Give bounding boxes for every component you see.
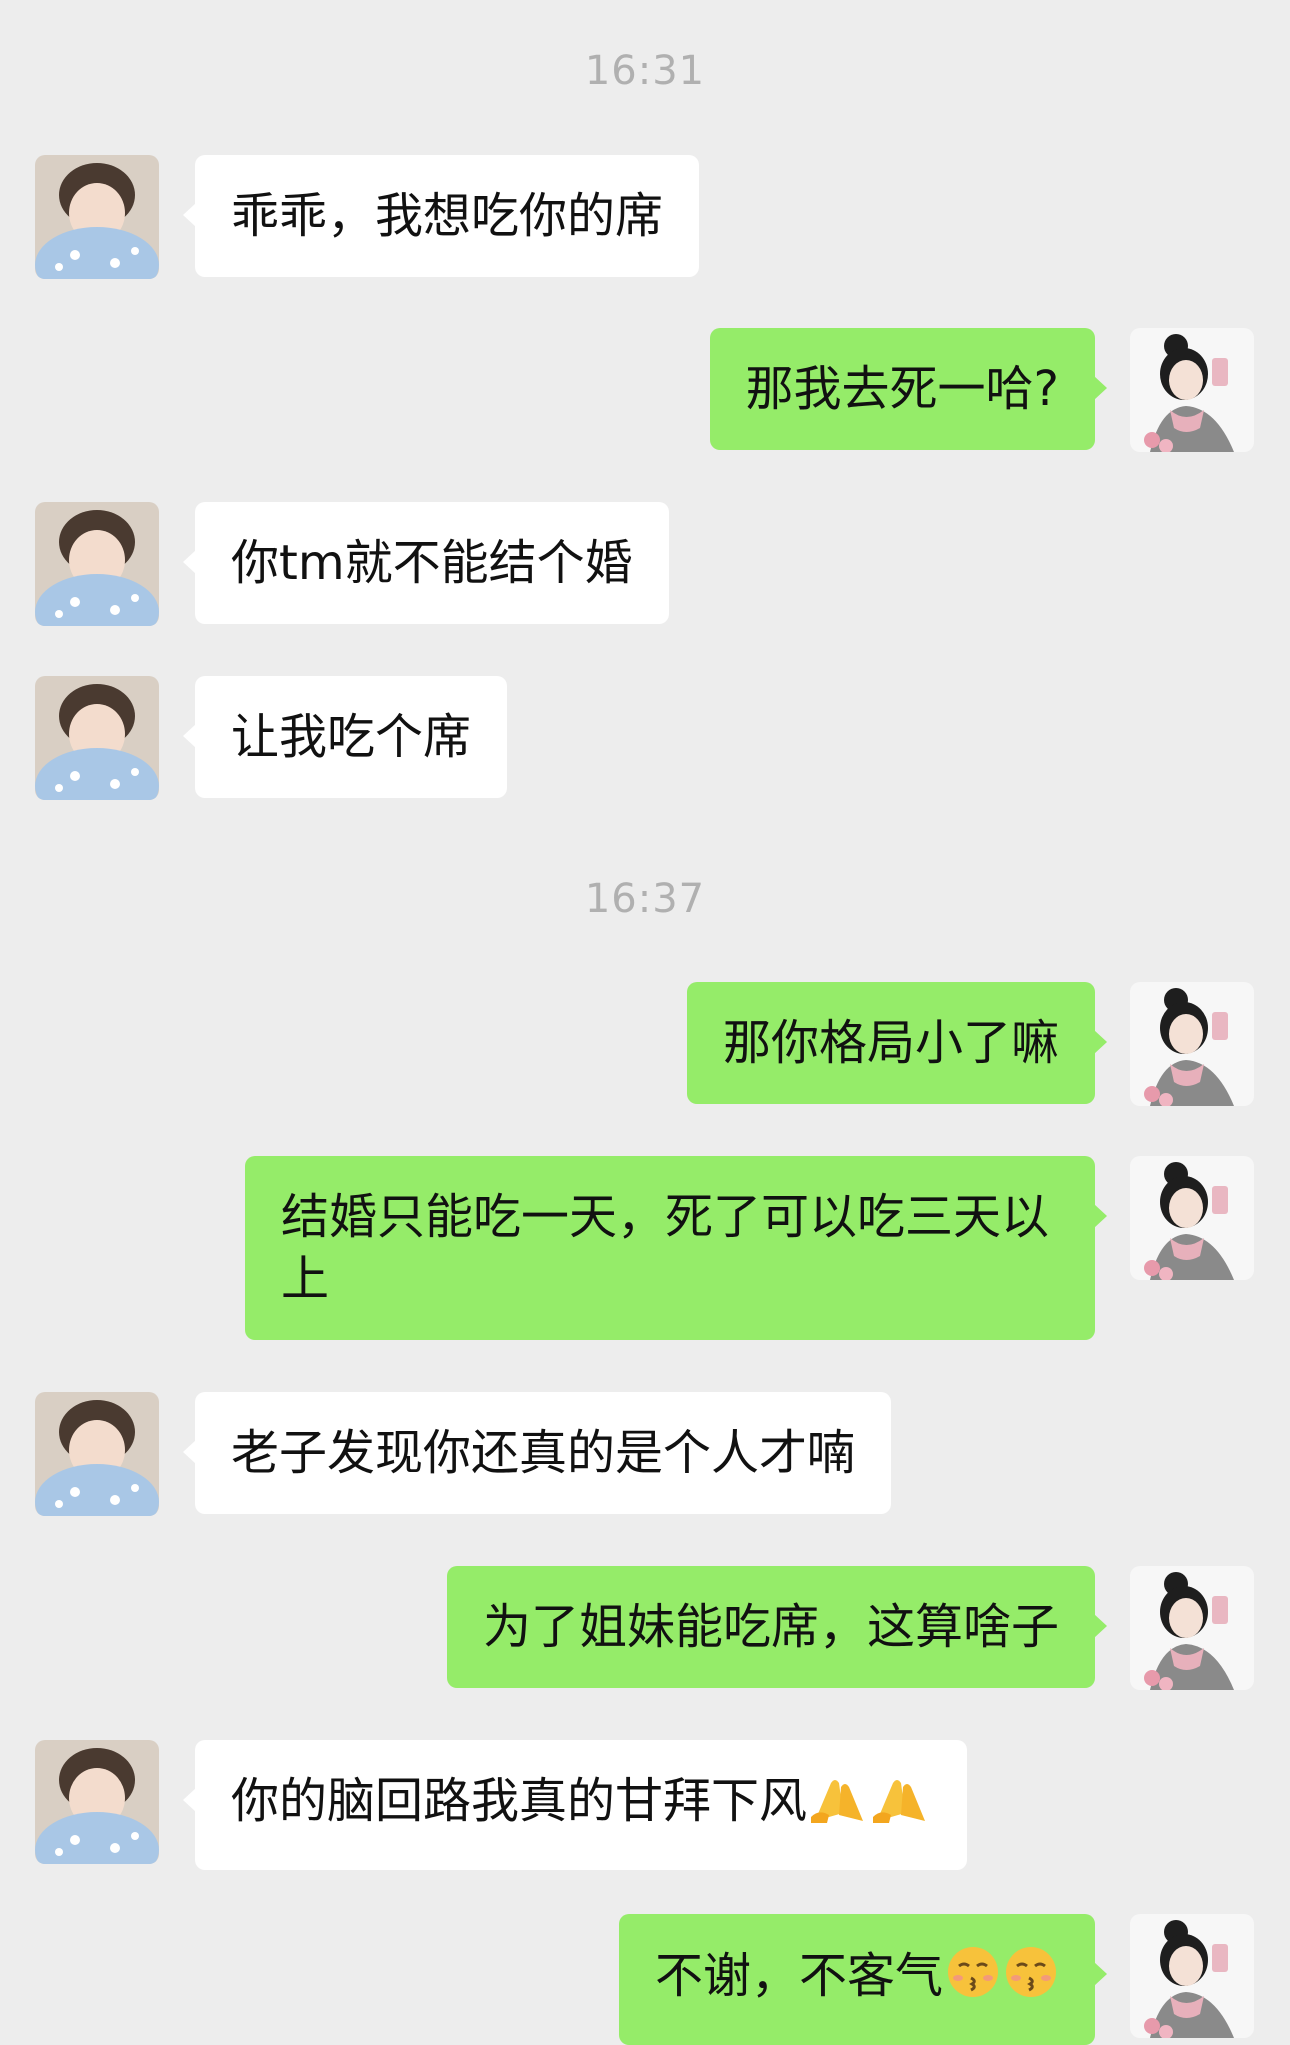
message-text: 结婚只能吃一天，死了可以吃三天以上: [281, 1189, 1050, 1307]
self-avatar[interactable]: [1130, 1566, 1254, 1690]
message-text: 你tm就不能结个婚: [231, 535, 633, 591]
message-text: 不谢，不客气: [654, 1948, 943, 2004]
message-text: 为了姐妹能吃席，这算啥子: [482, 1599, 1059, 1655]
message-text: 让我吃个席: [231, 709, 472, 765]
message-text: 老子发现你还真的是个人才喃: [231, 1425, 856, 1481]
message-text: 那我去死一哈?: [745, 361, 1059, 417]
message-bubble-incoming[interactable]: 你tm就不能结个婚: [183, 502, 669, 624]
timestamp: 16:31: [584, 48, 706, 94]
contact-avatar[interactable]: [35, 1392, 159, 1516]
self-avatar[interactable]: [1130, 328, 1254, 452]
self-avatar[interactable]: [1130, 982, 1254, 1106]
message-bubble-outgoing[interactable]: 结婚只能吃一天，死了可以吃三天以上: [245, 1156, 1107, 1340]
contact-avatar[interactable]: [35, 1740, 159, 1864]
contact-avatar[interactable]: [35, 502, 159, 626]
chat-view: 16:31 乖乖，我想吃你的席 那我去死一哈? 你tm就不能结个婚 让我吃个席 …: [0, 0, 1290, 2045]
message-bubble-outgoing[interactable]: 那你格局小了嘛: [686, 982, 1108, 1104]
message-bubble-incoming[interactable]: 你的脑回路我真的甘拜下风: [182, 1740, 968, 1870]
message-text: 乖乖，我想吃你的席: [231, 188, 664, 244]
kissing-face-icon: [945, 1944, 1001, 2015]
message-bubble-incoming[interactable]: 老子发现你还真的是个人才喃: [182, 1392, 892, 1514]
message-bubble-outgoing[interactable]: 为了姐妹能吃席，这算啥子: [446, 1566, 1108, 1688]
message-bubble-incoming[interactable]: 让我吃个席: [182, 676, 508, 798]
message-text: 那你格局小了嘛: [722, 1015, 1059, 1071]
contact-avatar[interactable]: [35, 155, 159, 279]
folded-hands-icon: [809, 1773, 869, 1840]
message-bubble-incoming[interactable]: 乖乖，我想吃你的席: [182, 155, 700, 277]
self-avatar[interactable]: [1130, 1914, 1254, 2038]
contact-avatar[interactable]: [35, 676, 159, 800]
kissing-face-icon: [1003, 1944, 1059, 2015]
timestamp: 16:37: [584, 876, 706, 922]
self-avatar[interactable]: [1130, 1156, 1254, 1280]
message-bubble-outgoing[interactable]: 不谢，不客气: [618, 1914, 1108, 2045]
message-text: 你的脑回路我真的甘拜下风: [231, 1773, 808, 1829]
message-bubble-outgoing[interactable]: 那我去死一哈?: [709, 328, 1108, 450]
folded-hands-icon: [871, 1773, 931, 1840]
